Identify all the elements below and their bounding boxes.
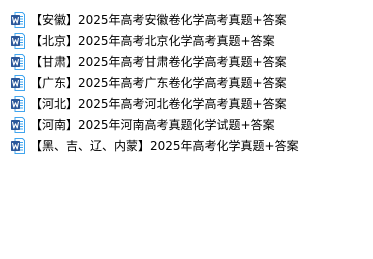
word-doc-icon — [11, 117, 25, 133]
word-doc-icon — [11, 54, 25, 70]
file-list: 【安徽】2025年高考安徽卷化学高考真题+答案 【北京】2025年高考北京化学高考… — [0, 10, 373, 157]
file-name: 【北京】2025年高考北京化学高考真题+答案 — [30, 34, 275, 48]
file-name: 【河南】2025年河南高考真题化学试题+答案 — [30, 118, 275, 132]
file-name: 【河北】2025年高考河北卷化学高考真题+答案 — [30, 97, 287, 111]
file-name: 【甘肃】2025年高考甘肃卷化学高考真题+答案 — [30, 55, 287, 69]
file-list-item[interactable]: 【广东】2025年高考广东卷化学高考真题+答案 — [0, 73, 373, 94]
word-doc-icon — [11, 96, 25, 112]
file-list-item[interactable]: 【河南】2025年河南高考真题化学试题+答案 — [0, 115, 373, 136]
partial-top-row — [0, 0, 373, 8]
word-doc-icon — [11, 75, 25, 91]
word-doc-icon — [11, 33, 25, 49]
word-doc-icon — [11, 138, 25, 154]
file-name: 【广东】2025年高考广东卷化学高考真题+答案 — [30, 76, 287, 90]
file-name: 【安徽】2025年高考安徽卷化学高考真题+答案 — [30, 13, 287, 27]
file-list-item[interactable]: 【甘肃】2025年高考甘肃卷化学高考真题+答案 — [0, 52, 373, 73]
file-list-item[interactable]: 【河北】2025年高考河北卷化学高考真题+答案 — [0, 94, 373, 115]
word-doc-icon — [11, 12, 25, 28]
file-list-item[interactable]: 【黑、吉、辽、内蒙】2025年高考化学真题+答案 — [0, 136, 373, 157]
file-list-item[interactable]: 【北京】2025年高考北京化学高考真题+答案 — [0, 31, 373, 52]
file-name: 【黑、吉、辽、内蒙】2025年高考化学真题+答案 — [30, 139, 299, 153]
file-list-item[interactable]: 【安徽】2025年高考安徽卷化学高考真题+答案 — [0, 10, 373, 31]
